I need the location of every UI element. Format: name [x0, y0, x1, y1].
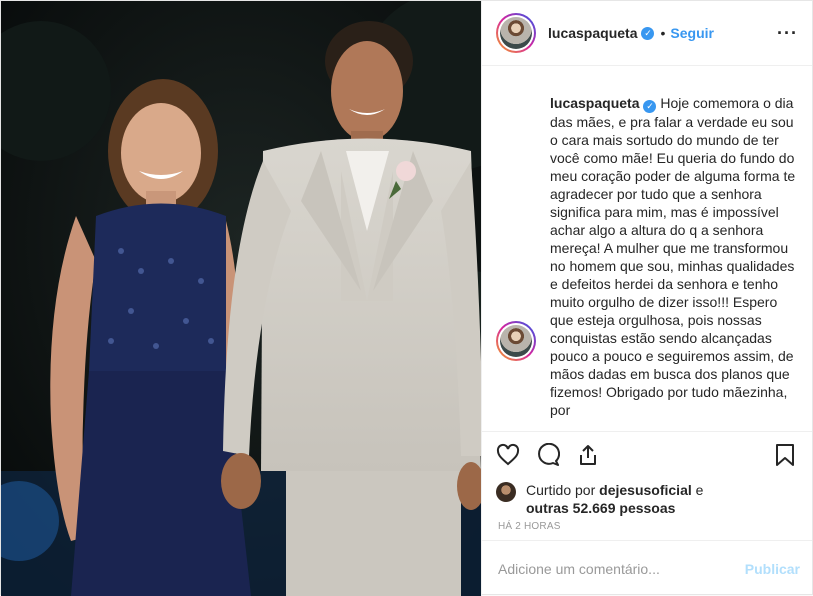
liker-username[interactable]: dejesusoficial — [599, 482, 692, 498]
caption: lucaspaqueta ✓ Hoje comemora o dia das mã… — [496, 94, 796, 419]
separator-dot: • — [660, 25, 666, 41]
post-header: lucaspaqueta ✓ • Seguir ··· — [482, 1, 812, 66]
more-options-icon[interactable]: ··· — [777, 23, 798, 44]
follow-button[interactable]: Seguir — [670, 25, 714, 41]
action-bar — [482, 431, 812, 477]
verified-badge-icon: ✓ — [641, 26, 655, 40]
post-sidebar: lucaspaqueta ✓ • Seguir ··· lucaspaqueta… — [482, 1, 812, 596]
publish-button[interactable]: Publicar — [745, 561, 800, 577]
instagram-post: lucaspaqueta ✓ • Seguir ··· lucaspaqueta… — [0, 0, 813, 596]
caption-avatar-slot — [496, 94, 550, 419]
add-comment-bar: Publicar — [482, 540, 812, 596]
comment-input[interactable] — [498, 560, 745, 577]
bookmark-icon[interactable] — [774, 443, 796, 467]
heart-icon[interactable] — [496, 443, 520, 467]
post-image — [1, 1, 481, 596]
header-username[interactable]: lucaspaqueta — [548, 25, 637, 41]
caption-avatar[interactable] — [496, 321, 536, 361]
likes-text: Curtido por dejesusoficial e outras 52.6… — [526, 481, 703, 517]
share-icon[interactable] — [576, 443, 600, 467]
likes-summary: Curtido por dejesusoficial e outras 52.6… — [482, 477, 812, 516]
caption-username[interactable]: lucaspaqueta — [550, 95, 639, 111]
comment-icon[interactable] — [536, 442, 560, 467]
profile-avatar[interactable] — [496, 13, 536, 53]
caption-body: Hoje comemora o dia das mães, e pra fala… — [550, 95, 796, 418]
comments-section[interactable]: lucaspaqueta ✓ Hoje comemora o dia das mã… — [482, 66, 812, 431]
likes-middle: e — [691, 482, 704, 498]
verified-badge-icon: ✓ — [643, 100, 657, 113]
caption-text: lucaspaqueta ✓ Hoje comemora o dia das mã… — [550, 94, 796, 419]
liker-avatar[interactable] — [496, 482, 516, 502]
post-photo[interactable] — [1, 1, 482, 596]
likes-prefix: Curtido por — [526, 482, 600, 498]
